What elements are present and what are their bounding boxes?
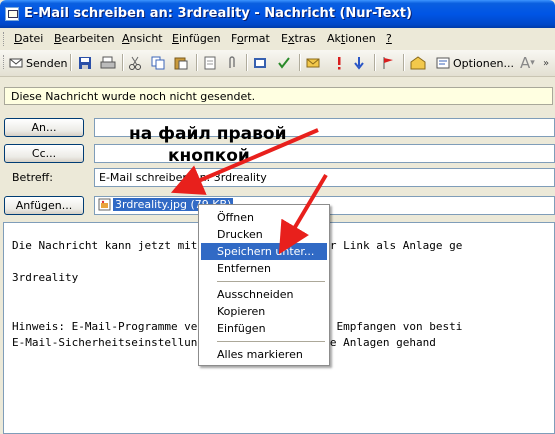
arrow-to-attachment [170,128,319,195]
arrow-to-save-as [278,173,328,255]
annotation-arrows [170,128,328,255]
